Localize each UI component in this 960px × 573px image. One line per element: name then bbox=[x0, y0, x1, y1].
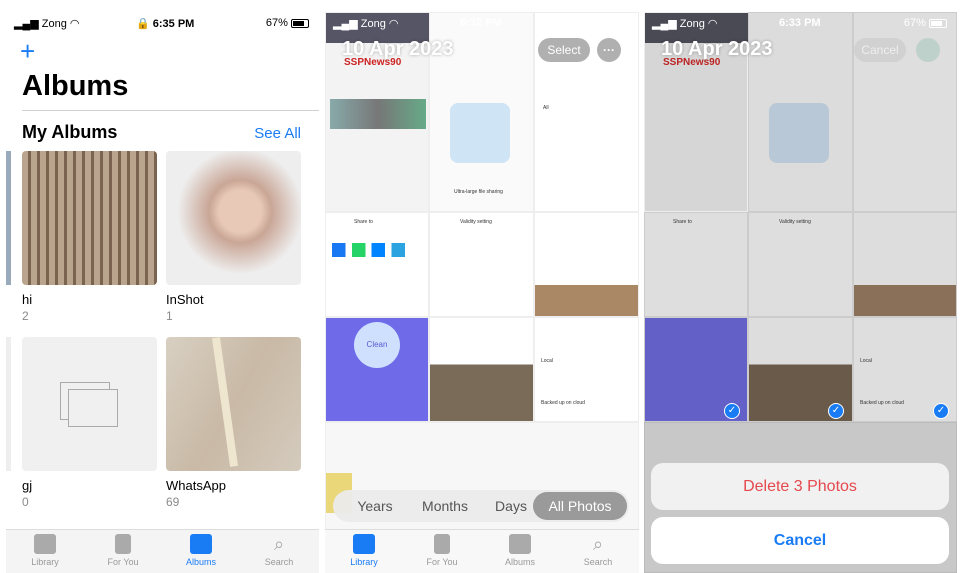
segment-days[interactable]: Days bbox=[483, 490, 539, 522]
tab-library[interactable]: Library bbox=[10, 534, 80, 567]
thumb-strip bbox=[330, 99, 426, 129]
thumb-text: Local bbox=[860, 358, 872, 364]
album-peek bbox=[6, 151, 11, 285]
tab-bar: Library For You Albums ⌕ Search bbox=[6, 529, 319, 573]
for-you-icon bbox=[434, 534, 450, 554]
album-name: WhatsApp bbox=[166, 478, 226, 493]
thumb-text: Validity setting bbox=[460, 219, 492, 225]
thumb-text: Local bbox=[541, 358, 553, 364]
library-icon bbox=[34, 534, 56, 554]
album-name: InShot bbox=[166, 292, 204, 307]
cancel-button[interactable]: Cancel bbox=[651, 517, 949, 564]
more-button[interactable]: ··· bbox=[597, 38, 621, 62]
battery: 67% bbox=[904, 17, 947, 29]
photo-thumbnail[interactable]: Share to bbox=[644, 212, 748, 317]
albums-screen: ▂▄▆ Zong ◠ 🔒 6:35 PM 67% + Albums My Alb… bbox=[6, 12, 319, 573]
cancel-selection-button[interactable]: Cancel bbox=[854, 38, 906, 62]
page-title: Albums bbox=[22, 70, 129, 102]
status-bar: ▂▄▆ Zong ◠ 6:32 PM 67% bbox=[325, 15, 639, 33]
tab-albums[interactable]: Albums bbox=[166, 534, 236, 567]
album-peek bbox=[6, 337, 11, 471]
time: 6:33 PM bbox=[779, 17, 821, 29]
tab-for-you[interactable]: For You bbox=[407, 534, 477, 567]
segment-months[interactable]: Months bbox=[409, 490, 481, 522]
selected-check-icon: ✓ bbox=[933, 403, 949, 419]
carrier: ▂▄▆ Zong ◠ bbox=[652, 18, 718, 30]
albums-icon bbox=[509, 534, 531, 554]
thumb-graphic bbox=[450, 103, 510, 163]
battery: 67% bbox=[266, 17, 309, 29]
photo-thumbnail[interactable]: Share to bbox=[325, 212, 429, 317]
search-icon: ⌕ bbox=[273, 534, 285, 554]
album-whatsapp[interactable] bbox=[166, 337, 301, 471]
tab-for-you[interactable]: For You bbox=[88, 534, 158, 567]
thumb-text: All bbox=[543, 105, 549, 111]
battery: 67% bbox=[586, 17, 629, 29]
album-hi[interactable] bbox=[22, 151, 157, 285]
album-name: gj bbox=[22, 478, 33, 493]
tab-bar: Library For You Albums ⌕ Search bbox=[325, 529, 639, 573]
album-name: hi bbox=[22, 292, 33, 307]
delete-photos-button[interactable]: Delete 3 Photos bbox=[651, 463, 949, 510]
see-all-link[interactable]: See All bbox=[254, 125, 301, 142]
battery-icon bbox=[291, 18, 309, 28]
add-album-button[interactable]: + bbox=[20, 36, 35, 67]
battery-icon bbox=[929, 18, 947, 28]
delete-confirm-screen: SSPNews90 Share to Validity setting Loca… bbox=[644, 12, 957, 573]
thumb-text: Ultra-large file sharing bbox=[454, 189, 503, 195]
tab-albums[interactable]: Albums bbox=[485, 534, 555, 567]
photo-thumbnail[interactable] bbox=[429, 317, 534, 422]
thumb-text: Share to bbox=[673, 219, 692, 225]
album-count: 2 bbox=[22, 309, 29, 323]
segment-all-photos[interactable]: All Photos bbox=[533, 492, 627, 520]
thumb-graphic bbox=[769, 103, 829, 163]
albums-icon bbox=[190, 534, 212, 554]
section-title: My Albums bbox=[22, 122, 118, 142]
album-count: 0 bbox=[22, 495, 29, 509]
empty-album-icon-front bbox=[68, 389, 118, 427]
photo-thumbnail[interactable]: Local Backed up on cloud bbox=[534, 317, 639, 422]
album-count: 1 bbox=[166, 309, 173, 323]
thumb-text: Backed up on cloud bbox=[860, 400, 904, 406]
photo-thumbnail[interactable] bbox=[853, 212, 957, 317]
album-inshot[interactable] bbox=[166, 151, 301, 285]
tab-search[interactable]: ⌕ Search bbox=[244, 534, 314, 567]
tab-search[interactable]: ⌕ Search bbox=[563, 534, 633, 567]
view-segmented-control: Years Months Days All Photos bbox=[333, 490, 629, 522]
status-bar: ▂▄▆ Zong ◠ 6:33 PM 67% bbox=[644, 15, 957, 33]
photo-thumbnail[interactable]: Validity setting bbox=[429, 212, 534, 317]
thumb-text: Validity setting bbox=[779, 219, 811, 225]
time: 🔒 6:35 PM bbox=[136, 18, 195, 30]
for-you-icon bbox=[115, 534, 131, 554]
battery-icon bbox=[611, 18, 629, 28]
search-icon: ⌕ bbox=[592, 534, 604, 554]
select-button[interactable]: Select bbox=[538, 38, 590, 62]
selected-check-icon: ✓ bbox=[828, 403, 844, 419]
album-gj[interactable] bbox=[22, 337, 157, 471]
time: 6:32 PM bbox=[460, 17, 502, 29]
photo-thumbnail[interactable]: Validity setting bbox=[748, 212, 853, 317]
photo-thumbnail[interactable] bbox=[534, 212, 639, 317]
share-icons bbox=[332, 243, 422, 257]
date-header: 10 Apr 2023 bbox=[342, 38, 454, 60]
status-bar: ▂▄▆ Zong ◠ 🔒 6:35 PM 67% bbox=[6, 15, 319, 33]
more-button[interactable] bbox=[916, 38, 940, 62]
segment-years[interactable]: Years bbox=[343, 490, 407, 522]
carrier: ▂▄▆ Zong ◠ bbox=[333, 18, 399, 30]
carrier: ▂▄▆ Zong ◠ bbox=[14, 18, 80, 30]
divider bbox=[22, 110, 319, 111]
pen bbox=[211, 337, 239, 467]
tab-library[interactable]: Library bbox=[329, 534, 399, 567]
photo-thumbnail[interactable]: Clean bbox=[325, 317, 429, 422]
album-count: 69 bbox=[166, 495, 180, 509]
library-icon bbox=[353, 534, 375, 554]
date-header: 10 Apr 2023 bbox=[661, 38, 773, 60]
selected-check-icon: ✓ bbox=[724, 403, 740, 419]
thumb-text: Clean bbox=[354, 322, 400, 368]
thumb-text: Share to bbox=[354, 219, 373, 225]
library-screen: SSPNews90 Ultra-large file sharing All S… bbox=[325, 12, 639, 573]
thumb-text: Backed up on cloud bbox=[541, 400, 585, 406]
